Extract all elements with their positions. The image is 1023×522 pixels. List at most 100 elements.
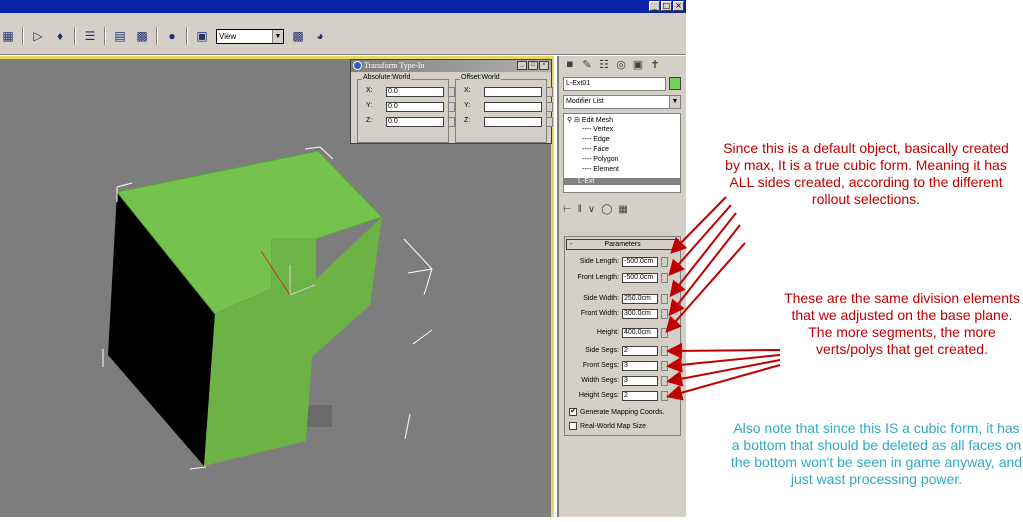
create-tab-icon[interactable]: ◾: [563, 58, 577, 73]
make-unique-icon[interactable]: ∨: [588, 204, 595, 215]
command-panel-tabs: ◾ ✎ ☷ ◎ ▣ ✝: [563, 58, 662, 73]
side-segs-field[interactable]: 2: [622, 346, 658, 356]
spinner[interactable]: [661, 361, 668, 371]
spinner[interactable]: [661, 328, 668, 338]
spinner[interactable]: [546, 102, 553, 112]
parameters-rollout: - Parameters Side Length: -500.0cm Front…: [564, 236, 681, 436]
side-width-field[interactable]: 250.0cm: [622, 294, 658, 304]
checkbox-box[interactable]: ✔: [569, 408, 577, 416]
spinner[interactable]: [661, 346, 668, 356]
spinner[interactable]: [546, 117, 553, 127]
offset-world-group: Offset:World X: Y: Z:: [455, 74, 553, 143]
render-scene-icon[interactable]: ▣: [194, 28, 210, 44]
spinner[interactable]: [661, 273, 668, 283]
motion-tab-icon[interactable]: ◎: [614, 58, 628, 73]
maximize-button[interactable]: □: [661, 1, 672, 11]
spinner[interactable]: [448, 87, 455, 97]
lightbulb-icon[interactable]: ⚲: [567, 117, 572, 124]
stack-item-face[interactable]: ---- Face: [582, 146, 609, 153]
toolbar-separator: [74, 27, 76, 45]
normal-align-icon[interactable]: ♦: [52, 28, 68, 44]
checkbox-box[interactable]: [569, 422, 577, 430]
parameters-rollout-header[interactable]: - Parameters: [566, 239, 679, 250]
front-width-field[interactable]: 300.0cm: [622, 309, 658, 319]
max-icon: [353, 61, 362, 70]
spinner[interactable]: [661, 294, 668, 304]
absolute-world-group: Absolute:World X: 0.0 Y: 0.0 Z: 0.0: [357, 74, 455, 143]
front-segs-field[interactable]: 3: [622, 361, 658, 371]
absolute-x-field[interactable]: 0.0: [386, 87, 444, 97]
annotation-bottom-faces: Also note that since this IS a cubic for…: [730, 420, 1023, 487]
dialog-maximize-button[interactable]: □: [528, 61, 538, 70]
annotation-cubic-form: Since this is a default object, basicall…: [723, 140, 1009, 207]
height-field[interactable]: 400.0cm: [622, 328, 658, 338]
absolute-z-field[interactable]: 0.0: [386, 117, 444, 127]
schematic-view-icon[interactable]: ▩: [134, 28, 150, 44]
spinner[interactable]: [661, 257, 668, 267]
axis-label: Y:: [464, 102, 471, 109]
toolbar-separator: [104, 27, 106, 45]
material-editor-icon[interactable]: ●: [164, 28, 180, 44]
front-length-field[interactable]: -500.0cm: [622, 273, 658, 283]
stack-item-vertex[interactable]: ---- Vertex: [582, 126, 613, 133]
collapse-icon[interactable]: ⊟: [574, 117, 580, 124]
object-name-field[interactable]: L-Ext01: [563, 77, 666, 91]
teapot-icon[interactable]: ◕: [312, 28, 328, 44]
offset-group-label: Offset:World: [460, 74, 501, 81]
window-controls: _ □ ×: [649, 1, 684, 11]
toolbar-separator: [22, 27, 24, 45]
axis-label: Z:: [464, 117, 471, 124]
quick-render-icon[interactable]: ▩: [290, 28, 306, 44]
offset-x-field[interactable]: [484, 87, 542, 97]
spinner[interactable]: [661, 309, 668, 319]
align-icon[interactable]: ▦: [0, 28, 16, 44]
dialog-close-button[interactable]: ×: [539, 61, 549, 70]
show-end-result-icon[interactable]: ‖: [578, 204, 582, 215]
stack-item-edit-mesh[interactable]: ⚲ ⊟ Edit Mesh: [567, 116, 613, 124]
real-world-map-checkbox[interactable]: Real-World Map Size: [569, 422, 646, 430]
axis-label: Z:: [366, 117, 373, 124]
dialog-title-bar[interactable]: Transform Type-In _ □ ×: [351, 60, 551, 72]
modifier-list-dropdown[interactable]: Modifier List ▼: [563, 95, 681, 109]
spinner[interactable]: [448, 102, 455, 112]
curve-editor-icon[interactable]: ▤: [112, 28, 128, 44]
absolute-y-field[interactable]: 0.0: [386, 102, 444, 112]
minimize-button[interactable]: _: [649, 1, 660, 11]
dialog-minimize-button[interactable]: _: [517, 61, 527, 70]
spinner[interactable]: [448, 117, 455, 127]
command-panel: ◾ ✎ ☷ ◎ ▣ ✝ L-Ext01 Modifier List ▼ ⚲ ⊟ …: [557, 56, 686, 517]
spinner[interactable]: [661, 376, 668, 386]
stack-item-base-object[interactable]: L-Ext: [564, 178, 680, 185]
remove-modifier-icon[interactable]: ◯: [601, 204, 612, 215]
modifier-stack: ⚲ ⊟ Edit Mesh ---- Vertex ---- Edge ----…: [563, 113, 681, 193]
spinner[interactable]: [661, 391, 668, 401]
side-length-field[interactable]: -500.0cm: [622, 257, 658, 267]
offset-y-field[interactable]: [484, 102, 542, 112]
stack-item-edge[interactable]: ---- Edge: [582, 136, 610, 143]
annotation-division-elements: These are the same division elements tha…: [784, 290, 1020, 357]
width-segs-field[interactable]: 3: [622, 376, 658, 386]
stack-item-element[interactable]: ---- Element: [582, 166, 619, 173]
title-bar: _ □ ×: [0, 0, 686, 13]
render-type-dropdown[interactable]: View ▼: [216, 28, 284, 44]
height-segs-field[interactable]: 2: [622, 391, 658, 401]
mirror-icon[interactable]: ▷: [30, 28, 46, 44]
configure-sets-icon[interactable]: ▦: [618, 204, 627, 215]
close-button[interactable]: ×: [673, 1, 684, 11]
checkbox-label: Generate Mapping Coords.: [580, 408, 665, 416]
utilities-tab-icon[interactable]: ✝: [648, 58, 662, 73]
chevron-down-icon: ▼: [272, 29, 283, 43]
offset-z-field[interactable]: [484, 117, 542, 127]
hierarchy-tab-icon[interactable]: ☷: [597, 58, 611, 73]
object-color-swatch[interactable]: [669, 77, 681, 90]
modify-tab-icon[interactable]: ✎: [580, 58, 594, 73]
pin-stack-icon[interactable]: ⊢: [563, 204, 572, 215]
stack-item-polygon[interactable]: ---- Polygon: [582, 156, 619, 163]
dialog-title: Transform Type-In: [364, 61, 425, 70]
axis-label: X:: [366, 87, 373, 94]
spinner[interactable]: [546, 87, 553, 97]
display-tab-icon[interactable]: ▣: [631, 58, 645, 73]
layer-manager-icon[interactable]: ☰: [82, 28, 98, 44]
chevron-down-icon: ▼: [669, 96, 680, 108]
generate-mapping-checkbox[interactable]: ✔ Generate Mapping Coords.: [569, 408, 664, 416]
